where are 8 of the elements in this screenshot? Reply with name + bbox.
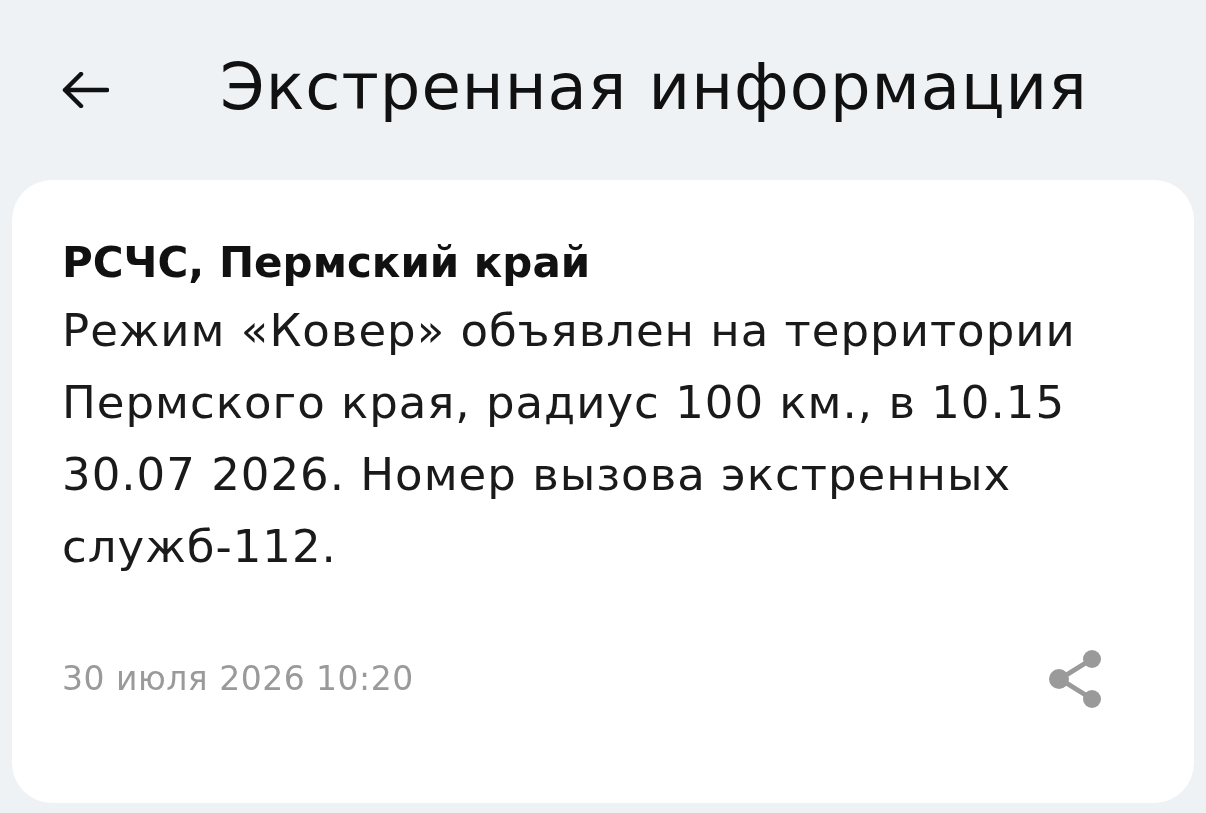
page-title: Экстренная информация [220, 51, 1088, 123]
share-icon [1048, 648, 1104, 709]
back-arrow-icon [61, 72, 109, 108]
back-button[interactable] [60, 70, 110, 110]
share-button[interactable] [1048, 648, 1104, 709]
alert-timestamp: 30 июля 2026 10:20 [62, 659, 414, 699]
alert-source: РСЧС, Пермский край [62, 237, 591, 289]
alert-message: Режим «Ковер» объявлен на территории Пермского края, радиус 100 км., в 10.15 30.07 2026. Номер вызова экстренных служб-112. [62, 302, 1077, 575]
